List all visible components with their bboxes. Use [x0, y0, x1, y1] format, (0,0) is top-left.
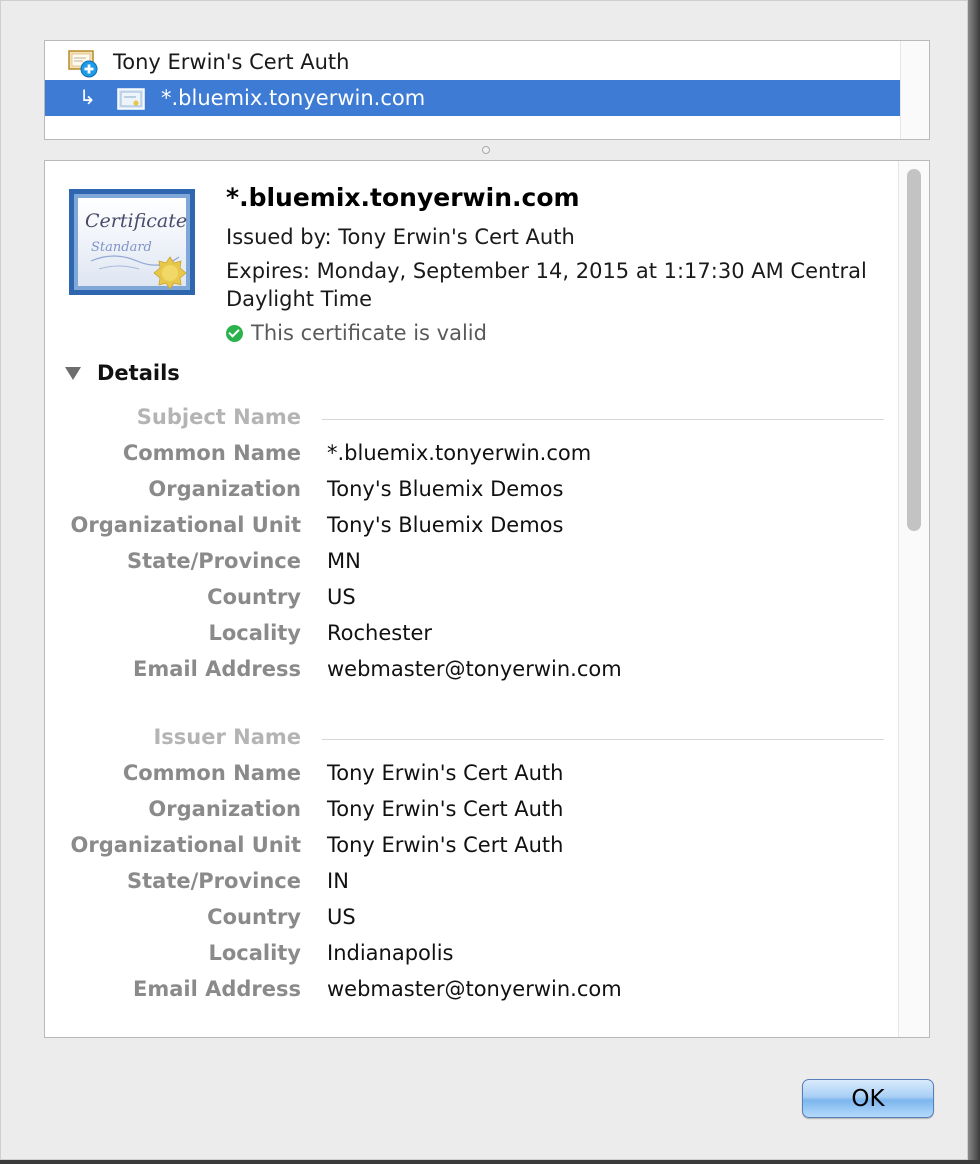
validity-status: This certificate is valid: [226, 321, 487, 345]
detail-key: Common Name: [122, 441, 301, 465]
detail-scrollbar[interactable]: [898, 161, 929, 1037]
detail-row: Common Name *.bluemix.tonyerwin.com: [45, 441, 885, 473]
expires-text: Expires: Monday, September 14, 2015 at 1…: [226, 259, 867, 311]
splitter-handle[interactable]: [482, 146, 490, 154]
validity-text: This certificate is valid: [251, 321, 487, 345]
scrollbar-thumb[interactable]: [907, 169, 921, 531]
detail-row: State/Province IN: [45, 869, 885, 901]
section-divider: [322, 419, 884, 420]
certificate-image: Certificate Standard: [69, 189, 195, 295]
detail-row: Common Name Tony Erwin's Cert Auth: [45, 761, 885, 793]
svg-text:Certificate: Certificate: [85, 210, 187, 232]
svg-text:Standard: Standard: [91, 240, 152, 255]
detail-key: Locality: [208, 941, 301, 965]
tree-item-label: *.bluemix.tonyerwin.com: [161, 86, 426, 110]
detail-value: Tony's Bluemix Demos: [327, 513, 564, 537]
detail-key: State/Province: [127, 869, 301, 893]
section-divider: [322, 739, 884, 740]
certificate-sheet: Tony Erwin's Cert Auth ↳ *.bluemix.tonye…: [0, 0, 968, 1160]
section-heading: Subject Name: [136, 405, 301, 429]
detail-key: Organizational Unit: [70, 833, 302, 857]
subject-name-section: Subject Name: [45, 405, 885, 435]
window-edge-shadow: [0, 1160, 980, 1164]
detail-row: Country US: [45, 905, 885, 937]
detail-key: Organization: [148, 477, 301, 501]
ok-button[interactable]: OK: [802, 1079, 934, 1118]
detail-value: Tony Erwin's Cert Auth: [327, 797, 564, 821]
detail-key: Country: [207, 905, 301, 929]
detail-value: webmaster@tonyerwin.com: [327, 977, 622, 1001]
detail-row: Organization Tony Erwin's Cert Auth: [45, 797, 885, 829]
detail-row: Locality Rochester: [45, 621, 885, 653]
tree-item-certificate[interactable]: ↳ *.bluemix.tonyerwin.com: [45, 80, 901, 116]
detail-row: State/Province MN: [45, 549, 885, 581]
detail-key: Locality: [208, 621, 301, 645]
detail-value: Rochester: [327, 621, 432, 645]
detail-key: Common Name: [122, 761, 301, 785]
details-label: Details: [97, 361, 180, 385]
detail-row: Email Address webmaster@tonyerwin.com: [45, 657, 885, 689]
certificate-icon: [117, 88, 145, 110]
issuer-name-section: Issuer Name: [45, 725, 885, 755]
detail-row: Locality Indianapolis: [45, 941, 885, 973]
certificate-authority-icon: [68, 50, 98, 78]
detail-row: Organizational Unit Tony's Bluemix Demos: [45, 513, 885, 545]
detail-value: Tony's Bluemix Demos: [327, 477, 564, 501]
certificate-name: *.bluemix.tonyerwin.com: [226, 183, 580, 212]
detail-value: Tony Erwin's Cert Auth: [327, 761, 564, 785]
detail-key: Email Address: [132, 657, 301, 681]
detail-key: Email Address: [132, 977, 301, 1001]
detail-key: Country: [207, 585, 301, 609]
detail-value: *.bluemix.tonyerwin.com: [327, 441, 592, 465]
check-circle-icon: [226, 324, 243, 342]
details-disclosure[interactable]: Details: [65, 361, 180, 385]
detail-value: US: [327, 905, 356, 929]
detail-key: State/Province: [127, 549, 301, 573]
detail-key: Organizational Unit: [70, 513, 302, 537]
child-arrow-icon: ↳: [79, 85, 96, 109]
detail-value: Tony Erwin's Cert Auth: [327, 833, 564, 857]
detail-row: Organizational Unit Tony Erwin's Cert Au…: [45, 833, 885, 865]
detail-value: Indianapolis: [327, 941, 454, 965]
certificate-detail-pane: Certificate Standard *.bluemix.tonyerwin…: [44, 160, 930, 1038]
detail-value: US: [327, 585, 356, 609]
detail-row: Organization Tony's Bluemix Demos: [45, 477, 885, 509]
section-heading: Issuer Name: [153, 725, 301, 749]
window-edge-shadow: [968, 0, 980, 1164]
detail-value: IN: [327, 869, 349, 893]
tree-item-label: Tony Erwin's Cert Auth: [113, 50, 350, 74]
detail-value: webmaster@tonyerwin.com: [327, 657, 622, 681]
disclosure-triangle-icon[interactable]: [65, 366, 81, 380]
certificate-tree[interactable]: Tony Erwin's Cert Auth ↳ *.bluemix.tonye…: [44, 40, 930, 140]
issued-by-text: Issued by: Tony Erwin's Cert Auth: [226, 225, 575, 249]
detail-value: MN: [327, 549, 361, 573]
detail-key: Organization: [148, 797, 301, 821]
tree-item-cert-authority[interactable]: Tony Erwin's Cert Auth: [45, 44, 901, 80]
detail-row: Email Address webmaster@tonyerwin.com: [45, 977, 885, 1009]
tree-scrollbar[interactable]: [900, 41, 929, 139]
detail-row: Country US: [45, 585, 885, 617]
